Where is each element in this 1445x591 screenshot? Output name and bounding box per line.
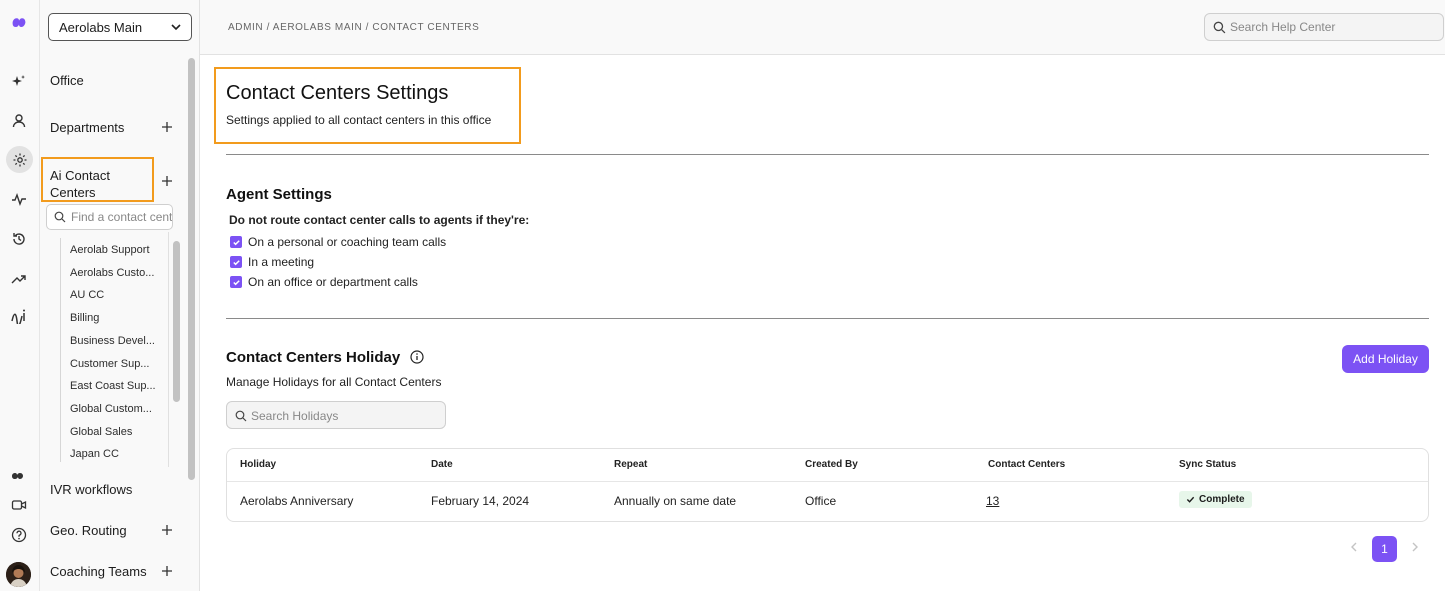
list-divider: [168, 232, 169, 467]
settings-sidebar: Aerolabs Main Office Departments Ai Cont…: [40, 0, 200, 591]
page-title: Contact Centers Settings: [226, 82, 449, 104]
sidebar-item-departments[interactable]: Departments: [50, 120, 124, 135]
contact-center-item[interactable]: Aerolab Support: [70, 244, 150, 256]
sidebar-item-geo-routing[interactable]: Geo. Routing: [50, 523, 127, 538]
help-icon[interactable]: [8, 524, 30, 546]
pagination-next-icon[interactable]: [1409, 541, 1421, 553]
agent-option-meeting[interactable]: In a meeting: [230, 255, 314, 269]
column-header-sync-status: Sync Status: [1179, 459, 1237, 470]
contact-center-item[interactable]: Global Sales: [70, 426, 132, 438]
history-icon[interactable]: [8, 228, 30, 250]
office-selector-label: Aerolabs Main: [59, 20, 143, 35]
holidays-subtitle: Manage Holidays for all Contact Centers: [226, 375, 442, 389]
sidebar-scrollbar[interactable]: [188, 58, 195, 480]
avatar[interactable]: [6, 562, 31, 587]
sidebar-item-ivr-workflows[interactable]: IVR workflows: [50, 482, 132, 497]
contact-center-search-placeholder: Find a contact center: [71, 210, 173, 224]
contact-center-item[interactable]: Aerolabs Custo...: [70, 267, 154, 279]
activity-icon[interactable]: [8, 188, 30, 210]
dialpad-logo-icon[interactable]: [8, 12, 30, 34]
add-contact-center-plus-icon[interactable]: [160, 174, 174, 188]
column-header-date: Date: [431, 459, 453, 470]
holiday-contact-centers-link[interactable]: 13: [986, 494, 999, 508]
search-icon: [235, 410, 247, 422]
sidebar-item-office[interactable]: Office: [50, 73, 84, 88]
help-center-search-input[interactable]: Search Help Center: [1204, 13, 1444, 41]
holiday-search-input[interactable]: Search Holidays: [226, 401, 446, 429]
holidays-table: Holiday Date Repeat Created By Contact C…: [226, 448, 1429, 522]
video-icon[interactable]: [8, 494, 30, 516]
section-divider: [226, 318, 1429, 319]
checkbox-checked[interactable]: [230, 276, 242, 288]
chevron-down-icon: [171, 24, 181, 31]
contact-center-item[interactable]: Business Devel...: [70, 335, 155, 347]
pagination-current-page[interactable]: 1: [1372, 536, 1397, 562]
holiday-repeat-cell: Annually on same date: [614, 494, 737, 508]
check-icon: [1186, 496, 1195, 503]
agent-option-personal-calls[interactable]: On a personal or coaching team calls: [230, 235, 446, 249]
agent-settings-question: Do not route contact center calls to age…: [229, 213, 530, 227]
contact-center-item[interactable]: Japan CC: [70, 448, 119, 460]
agent-settings-title: Agent Settings: [226, 186, 332, 203]
gear-icon[interactable]: [6, 146, 33, 173]
sidebar-item-ai-contact-centers[interactable]: Ai Contact Centers: [50, 167, 130, 201]
checkbox-checked[interactable]: [230, 236, 242, 248]
agent-option-label: On an office or department calls: [248, 275, 418, 289]
contact-center-list-guide: [60, 238, 61, 462]
contact-center-item[interactable]: Billing: [70, 312, 99, 324]
add-coaching-team-plus-icon[interactable]: [160, 564, 174, 578]
contact-center-item[interactable]: Customer Sup...: [70, 358, 149, 370]
agent-option-label: On a personal or coaching team calls: [248, 235, 447, 249]
page-subtitle: Settings applied to all contact centers …: [226, 113, 492, 127]
agent-option-label: In a meeting: [248, 255, 315, 269]
column-header-created-by: Created By: [805, 459, 858, 470]
contact-center-item[interactable]: AU CC: [70, 289, 104, 301]
help-search-placeholder: Search Help Center: [1230, 20, 1336, 34]
top-bar: ADMIN / AEROLABS MAIN / CONTACT CENTERS …: [200, 0, 1445, 55]
add-department-plus-icon[interactable]: [160, 120, 174, 134]
status-badge-label: Complete: [1199, 494, 1245, 505]
column-header-holiday: Holiday: [240, 459, 277, 470]
info-icon[interactable]: [410, 350, 424, 364]
section-divider: [226, 154, 1429, 155]
holiday-search-placeholder: Search Holidays: [251, 409, 339, 423]
table-header-divider: [227, 481, 1428, 482]
megaphone-icon[interactable]: [8, 465, 30, 487]
contact-center-item[interactable]: East Coast Sup...: [70, 380, 156, 392]
sidebar-item-coaching-teams[interactable]: Coaching Teams: [50, 564, 147, 579]
pagination-prev-icon[interactable]: [1348, 541, 1360, 553]
column-header-repeat: Repeat: [614, 459, 648, 470]
contact-center-item[interactable]: Global Custom...: [70, 403, 152, 415]
search-icon: [54, 211, 66, 223]
holidays-title: Contact Centers Holiday: [226, 349, 401, 366]
column-header-contact-centers: Contact Centers: [988, 459, 1066, 470]
sparkle-icon[interactable]: [8, 71, 30, 93]
trending-icon[interactable]: [8, 268, 30, 290]
contact-center-list-scrollbar[interactable]: [173, 241, 180, 402]
checkbox-checked[interactable]: [230, 256, 242, 268]
person-icon[interactable]: [8, 110, 30, 132]
holiday-name-cell: Aerolabs Anniversary: [240, 494, 354, 508]
search-icon: [1213, 21, 1226, 34]
add-holiday-button[interactable]: Add Holiday: [1342, 345, 1429, 373]
breadcrumb: ADMIN / AEROLABS MAIN / CONTACT CENTERS: [228, 22, 480, 33]
holiday-created-by-cell: Office: [805, 494, 837, 508]
contact-center-search-input[interactable]: Find a contact center: [46, 204, 173, 230]
ai-icon[interactable]: [8, 305, 30, 327]
highlight-box-page-title: [214, 67, 521, 144]
agent-option-office-calls[interactable]: On an office or department calls: [230, 275, 418, 289]
office-selector[interactable]: Aerolabs Main: [48, 13, 192, 41]
icon-rail: [0, 0, 40, 591]
add-geo-routing-plus-icon[interactable]: [160, 523, 174, 537]
status-badge: Complete: [1179, 491, 1252, 508]
holiday-date-cell: February 14, 2024: [431, 494, 530, 508]
